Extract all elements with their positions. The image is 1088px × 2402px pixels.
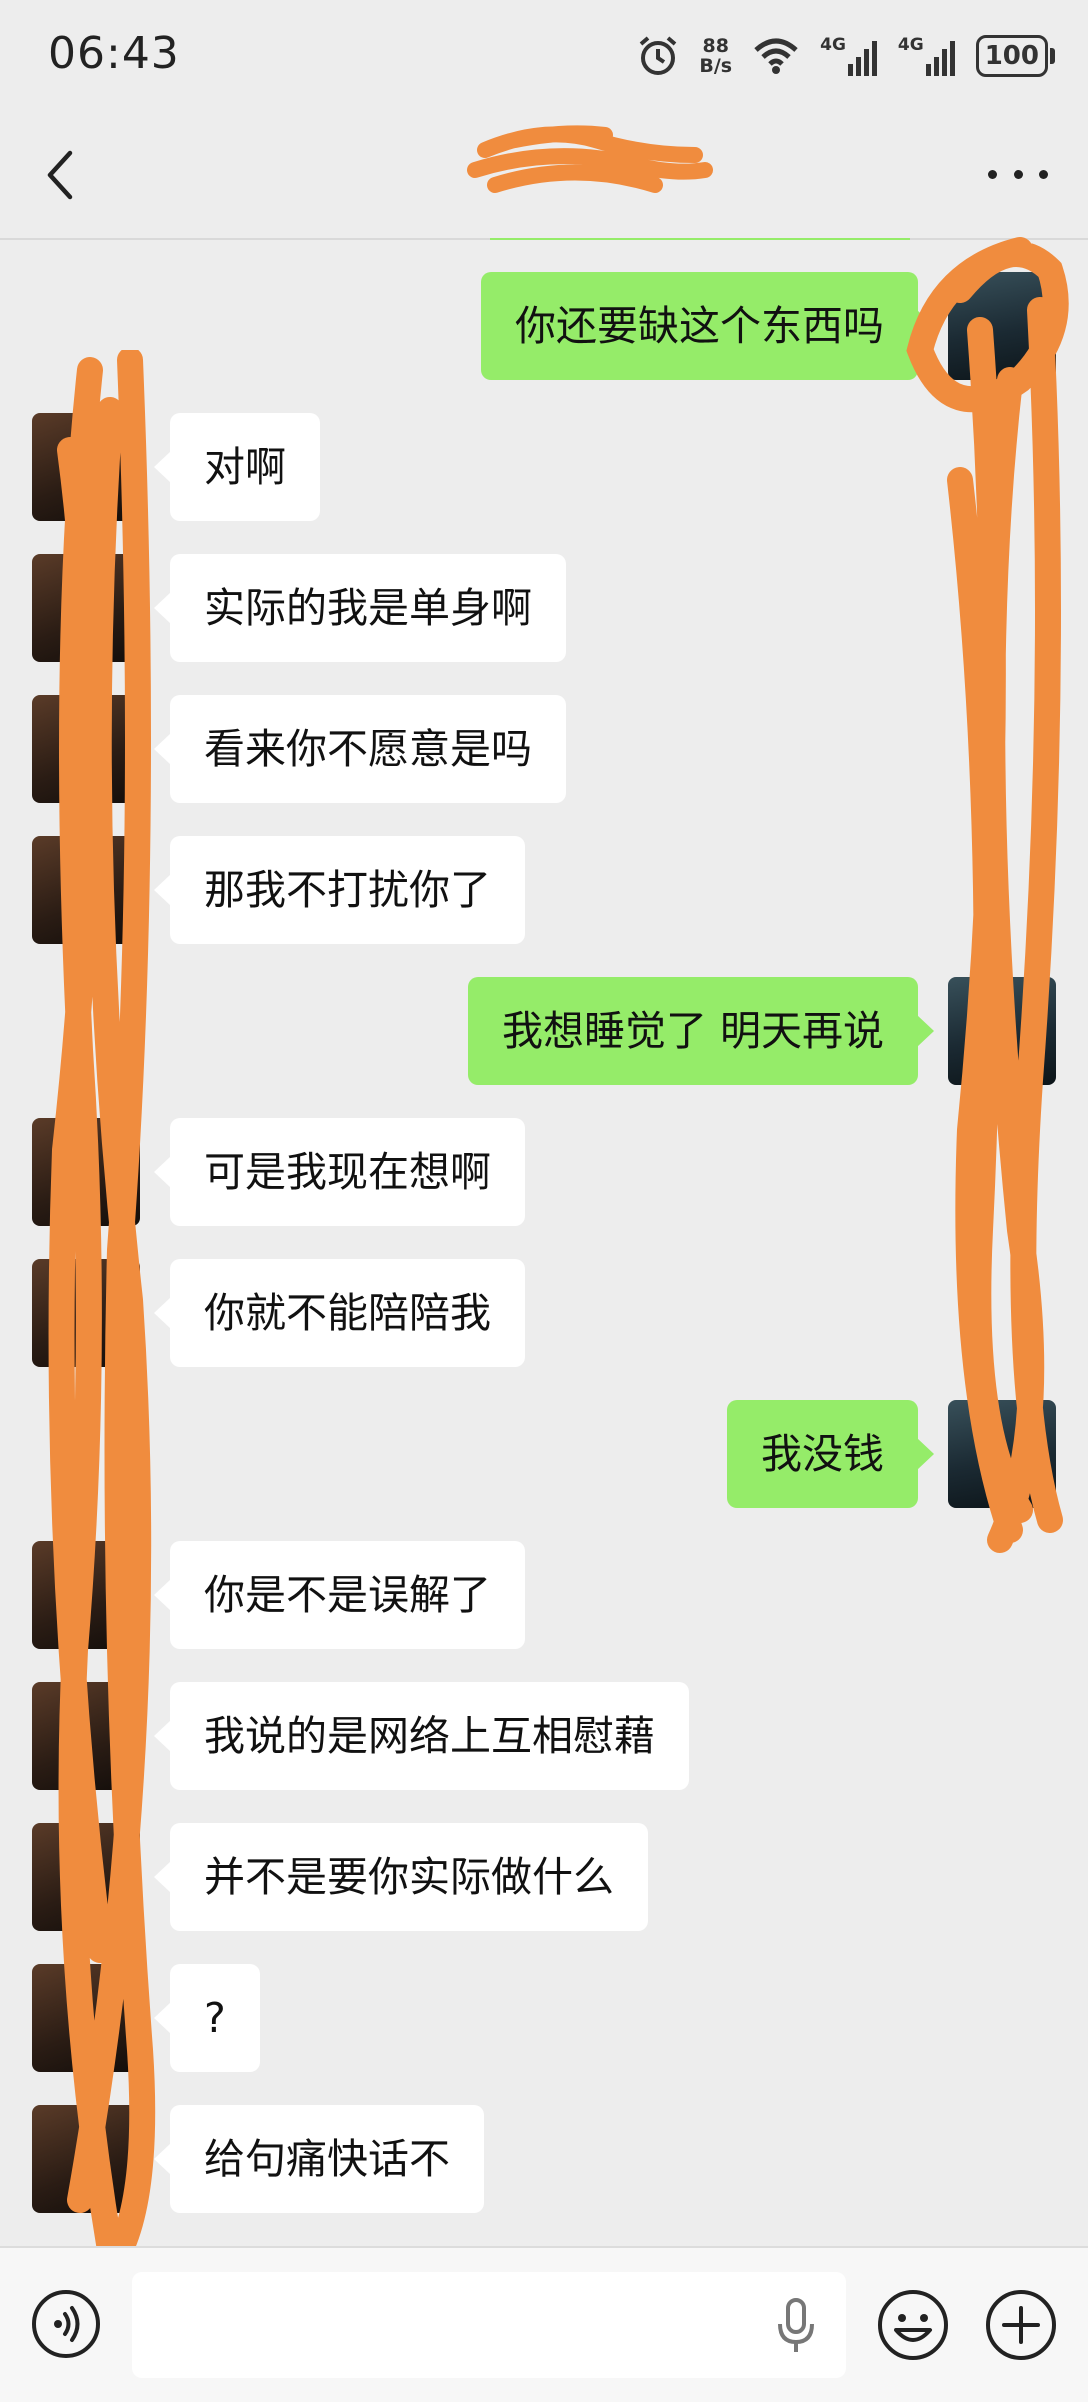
message-bubble[interactable]: 看来你不愿意是吗 bbox=[154, 695, 566, 803]
status-time: 06:43 bbox=[48, 28, 180, 79]
message-input[interactable] bbox=[132, 2272, 846, 2378]
contact-avatar[interactable] bbox=[32, 1541, 140, 1649]
my-avatar[interactable] bbox=[948, 1400, 1056, 1508]
contact-avatar[interactable] bbox=[32, 554, 140, 662]
alarm-icon bbox=[640, 36, 677, 75]
message-bubble[interactable]: 我想睡觉了 明天再说 bbox=[468, 977, 935, 1085]
contact-avatar[interactable] bbox=[32, 1118, 140, 1226]
contact-avatar[interactable] bbox=[32, 836, 140, 944]
input-bar bbox=[0, 2246, 1088, 2402]
signal-2-label: 4G bbox=[897, 34, 924, 55]
received-message: ? bbox=[0, 1964, 1088, 2072]
message-bubble[interactable]: 你就不能陪陪我 bbox=[154, 1259, 525, 1367]
received-message: 并不是要你实际做什么 bbox=[0, 1823, 1088, 1931]
message-bubble[interactable]: 可是我现在想啊 bbox=[154, 1118, 525, 1226]
received-message: 给句痛快话不 bbox=[0, 2105, 1088, 2213]
signal-bars-icon bbox=[847, 40, 877, 76]
plus-icon[interactable] bbox=[984, 2288, 1058, 2362]
network-speed-unit: B/s bbox=[699, 55, 733, 77]
message-bubble[interactable]: 那我不打扰你了 bbox=[154, 836, 525, 944]
network-speed: 88 B/s bbox=[699, 36, 732, 76]
received-message: 你是不是误解了 bbox=[0, 1541, 1088, 1649]
chat-header bbox=[0, 115, 1088, 235]
contact-avatar[interactable] bbox=[32, 1682, 140, 1790]
received-message: 我说的是网络上互相慰藉 bbox=[0, 1682, 1088, 1790]
received-message: 那我不打扰你了 bbox=[0, 836, 1088, 944]
received-message: 你就不能陪陪我 bbox=[0, 1259, 1088, 1367]
cellular-signal-2: 4G bbox=[897, 34, 956, 76]
message-bubble[interactable]: 并不是要你实际做什么 bbox=[154, 1823, 648, 1931]
voice-mode-icon[interactable] bbox=[30, 2288, 102, 2360]
sent-message: 我没钱 bbox=[0, 1400, 1088, 1508]
status-icons: 88 B/s 4G 4G 100 bbox=[637, 28, 1056, 84]
wifi-icon bbox=[754, 38, 798, 74]
message-bubble[interactable]: 我没钱 bbox=[727, 1400, 934, 1508]
received-message: 实际的我是单身啊 bbox=[0, 554, 1088, 662]
chat-title bbox=[460, 155, 700, 205]
sent-message: 你还要缺这个东西吗 bbox=[0, 272, 1088, 380]
contact-avatar[interactable] bbox=[32, 1259, 140, 1367]
previous-message-edge bbox=[490, 238, 910, 240]
microphone-icon[interactable] bbox=[776, 2298, 816, 2354]
back-arrow-icon[interactable] bbox=[40, 145, 80, 205]
message-bubble[interactable]: 给句痛快话不 bbox=[154, 2105, 484, 2213]
contact-avatar[interactable] bbox=[32, 2105, 140, 2213]
message-bubble[interactable]: ? bbox=[154, 1964, 260, 2072]
received-message: 看来你不愿意是吗 bbox=[0, 695, 1088, 803]
contact-avatar[interactable] bbox=[32, 1964, 140, 2072]
signal-bars-icon bbox=[925, 40, 955, 76]
contact-avatar[interactable] bbox=[32, 413, 140, 521]
message-bubble[interactable]: 对啊 bbox=[154, 413, 320, 521]
message-bubble[interactable]: 实际的我是单身啊 bbox=[154, 554, 566, 662]
more-options-icon[interactable] bbox=[988, 170, 1048, 184]
battery-indicator: 100 bbox=[975, 35, 1056, 77]
message-bubble[interactable]: 你是不是误解了 bbox=[154, 1541, 525, 1649]
contact-avatar[interactable] bbox=[32, 1823, 140, 1931]
sent-message: 我想睡觉了 明天再说 bbox=[0, 977, 1088, 1085]
received-message: 对啊 bbox=[0, 413, 1088, 521]
received-message: 可是我现在想啊 bbox=[0, 1118, 1088, 1226]
cellular-signal-1: 4G bbox=[820, 34, 878, 76]
emoji-icon[interactable] bbox=[876, 2288, 950, 2362]
message-bubble[interactable]: 我说的是网络上互相慰藉 bbox=[154, 1682, 689, 1790]
network-speed-value: 88 bbox=[702, 35, 729, 57]
my-avatar[interactable] bbox=[948, 977, 1056, 1085]
status-bar: 06:43 88 B/s 4G 4G 100 bbox=[0, 0, 1088, 115]
contact-avatar[interactable] bbox=[32, 695, 140, 803]
message-bubble[interactable]: 你还要缺这个东西吗 bbox=[481, 272, 934, 380]
signal-1-label: 4G bbox=[820, 34, 846, 55]
my-avatar[interactable] bbox=[948, 272, 1056, 380]
